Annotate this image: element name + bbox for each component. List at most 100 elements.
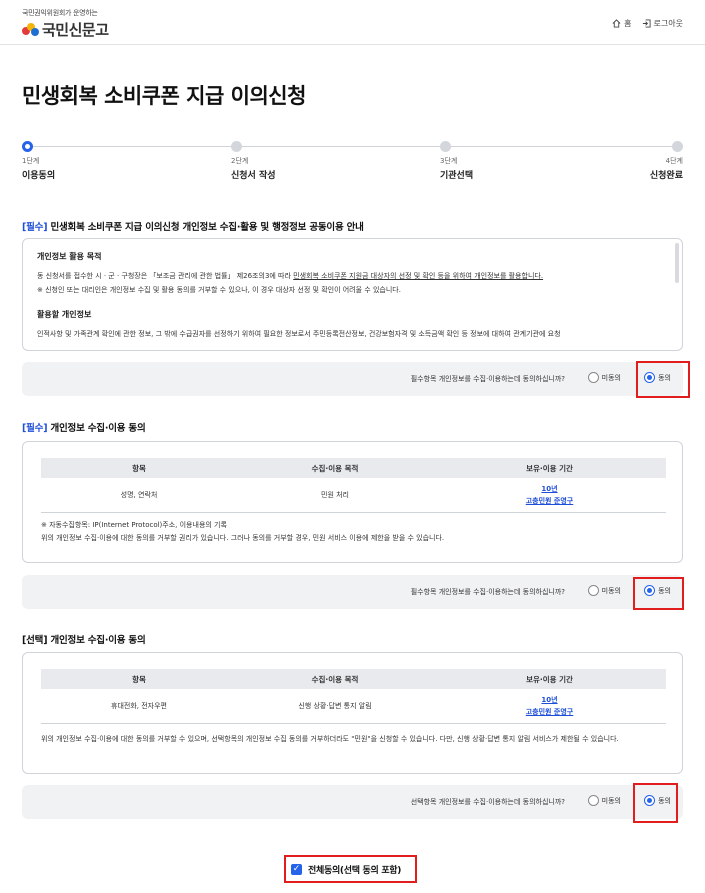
table-row: 성명, 연락처 민원 처리 10년 고충민원 준영구 xyxy=(41,478,666,513)
step-3: 3단계 기관선택 xyxy=(440,140,473,181)
all-agree-checkbox[interactable]: ✓ 전체동의(선택 동의 포함) xyxy=(284,855,417,883)
notice-heading-purpose: 개인정보 활용 목적 xyxy=(37,252,102,261)
section2-box: 항목 수집·이용 목적 보유·이용 기간 성명, 연락처 민원 처리 10년 고… xyxy=(22,441,683,563)
scrollbar-thumb[interactable] xyxy=(675,243,679,283)
checkbox-checked-icon: ✓ xyxy=(291,863,302,875)
step-number: 3단계 xyxy=(440,157,458,165)
table-cell: 휴대전화, 전자우편 xyxy=(41,689,237,724)
logout-icon xyxy=(642,19,651,28)
step-label: 신청서 작성 xyxy=(231,171,276,181)
step-label: 기관선택 xyxy=(440,171,474,181)
section2-disagree-radio[interactable]: 미동의 xyxy=(587,585,621,596)
home-link[interactable]: 홈 xyxy=(612,18,632,29)
notice-items-text: 인적사항 및 가족관계 확인에 관한 정보, 그 밖에 수급권자를 선정하기 위… xyxy=(37,330,561,338)
table-cell-period: 10년 고충민원 준영구 xyxy=(433,689,666,724)
table-header: 항목 xyxy=(41,669,237,689)
required-tag: [필수] xyxy=(22,222,48,233)
radio-label: 동의 xyxy=(658,796,671,805)
section1-disagree-radio[interactable]: 미동의 xyxy=(587,372,621,383)
optional-tag: [선택] xyxy=(22,635,48,646)
section3-box: 항목 수집·이용 목적 보유·이용 기간 휴대전화, 전자우편 신행 상황·답변… xyxy=(22,652,683,774)
step-number: 1단계 xyxy=(22,157,40,165)
radio-label: 동의 xyxy=(658,373,671,382)
radio-circle xyxy=(644,795,656,806)
radio-circle xyxy=(587,795,599,806)
step-dot xyxy=(672,141,683,152)
section2-table: 항목 수집·이용 목적 보유·이용 기간 성명, 연락처 민원 처리 10년 고… xyxy=(41,458,666,513)
logo-subtitle: 국민권익위원회가 운영하는 xyxy=(22,9,98,17)
period-link[interactable]: 10년 xyxy=(433,694,666,706)
logout-label: 로그아웃 xyxy=(653,19,683,28)
home-icon xyxy=(612,19,621,28)
step-label: 신청완료 xyxy=(649,171,683,181)
radio-label: 미동의 xyxy=(601,373,621,382)
site-header: 국민권익위원회가 운영하는 국민신문고 홈 로그아웃 xyxy=(0,0,705,45)
logo-mark-icon xyxy=(22,22,40,37)
section2-title: [필수] 개인정보 수집·이용 동의 xyxy=(22,420,146,434)
section3-table: 항목 수집·이용 목적 보유·이용 기간 휴대전화, 전자우편 신행 상황·답변… xyxy=(41,669,666,724)
required-tag: [필수] xyxy=(22,423,48,434)
agree-question: 필수항목 개인정보를 수집·이용하는데 동의하십니까? xyxy=(410,588,565,596)
progress-stepper: 1단계 이용동의 2단계 신청서 작성 3단계 기관선택 4단계 신청완료 xyxy=(22,140,683,181)
section3-disagree-radio[interactable]: 미동의 xyxy=(587,795,621,806)
auto-collect-note: ※ 자동수집항목: IP(Internet Protocol)주소, 이용내용의… xyxy=(41,521,227,529)
section2-agree-bar: 필수항목 개인정보를 수집·이용하는데 동의하십니까? 미동의 동의 xyxy=(22,575,683,609)
period-link[interactable]: 고충민원 준영구 xyxy=(433,495,666,507)
section2-agree-radio[interactable]: 동의 xyxy=(644,585,671,596)
section3-title: [선택] 개인정보 수집·이용 동의 xyxy=(22,632,146,646)
radio-circle xyxy=(644,372,656,383)
logout-link[interactable]: 로그아웃 xyxy=(642,18,683,29)
all-agree-label: 전체동의(선택 동의 포함) xyxy=(308,865,402,876)
period-link[interactable]: 10년 xyxy=(433,483,666,495)
notice-heading-items: 활용할 개인정보 xyxy=(37,310,92,319)
table-cell: 신행 상황·답변 통지 알림 xyxy=(237,689,433,724)
radio-circle xyxy=(644,585,656,596)
radio-circle xyxy=(587,585,599,596)
period-link[interactable]: 고충민원 준영구 xyxy=(433,706,666,718)
section1-title-text: 민생회복 소비쿠폰 지급 이의신청 개인정보 수집·활용 및 행정정보 공동이용… xyxy=(47,222,364,233)
step-dot xyxy=(22,141,33,152)
refusal-note: 위의 개인정보 수집·이용에 대한 동의를 거부할 권리가 있습니다. 그러나 … xyxy=(41,534,445,542)
section3-agree-radio[interactable]: 동의 xyxy=(644,795,671,806)
radio-label: 동의 xyxy=(658,586,671,595)
table-header: 항목 xyxy=(41,458,237,478)
radio-circle xyxy=(587,372,599,383)
step-4: 4단계 신청완료 xyxy=(650,140,683,181)
section1-agree-bar: 필수항목 개인정보를 수집·이용하는데 동의하십니까? 미동의 동의 xyxy=(22,362,683,396)
agree-question: 선택항목 개인정보를 수집·이용하는데 동의하십니까? xyxy=(410,798,565,806)
stepper-line xyxy=(29,146,676,147)
privacy-notice-scrollbox[interactable]: 개인정보 활용 목적 동 신청서를 접수한 시 · 군 · 구청장은 「보조금 … xyxy=(22,238,683,351)
step-1: 1단계 이용동의 xyxy=(22,140,55,181)
notice-purpose-text: 동 신청서를 접수한 시 · 군 · 구청장은 「보조금 관리에 관한 법률」 … xyxy=(37,272,544,280)
section1-agree-radio[interactable]: 동의 xyxy=(644,372,671,383)
step-number: 4단계 xyxy=(665,157,683,165)
logo-text: 국민신문고 xyxy=(42,21,109,39)
table-cell-period: 10년 고충민원 준영구 xyxy=(433,478,666,513)
step-2: 2단계 신청서 작성 xyxy=(231,140,276,181)
table-header: 수집·이용 목적 xyxy=(237,669,433,689)
table-cell: 민원 처리 xyxy=(237,478,433,513)
step-label: 이용동의 xyxy=(22,171,56,181)
section1-title: [필수] 민생회복 소비쿠폰 지급 이의신청 개인정보 수집·활용 및 행정정보… xyxy=(22,219,364,233)
radio-label: 미동의 xyxy=(601,796,621,805)
logo[interactable]: 국민권익위원회가 운영하는 국민신문고 xyxy=(22,8,109,40)
table-header: 수집·이용 목적 xyxy=(237,458,433,478)
step-number: 2단계 xyxy=(231,157,249,165)
section2-title-text: 개인정보 수집·이용 동의 xyxy=(47,423,146,434)
table-header: 보유·이용 기간 xyxy=(433,458,666,478)
home-label: 홈 xyxy=(624,19,632,28)
section2-note: ※ 자동수집항목: IP(Internet Protocol)주소, 이용내용의… xyxy=(41,519,666,545)
step-dot xyxy=(440,141,451,152)
top-nav: 홈 로그아웃 xyxy=(612,18,683,29)
section3-title-text: 개인정보 수집·이용 동의 xyxy=(47,635,146,646)
agree-question: 필수항목 개인정보를 수집·이용하는데 동의하십니까? xyxy=(410,375,565,383)
step-dot xyxy=(231,141,242,152)
table-header: 보유·이용 기간 xyxy=(433,669,666,689)
section3-note: 위의 개인정보 수집·이용에 대한 동의를 거부할 수 있으며, 선택항목의 개… xyxy=(41,735,619,743)
section3-agree-bar: 선택항목 개인정보를 수집·이용하는데 동의하십니까? 미동의 동의 xyxy=(22,785,683,819)
page-title: 민생회복 소비쿠폰 지급 이의신청 xyxy=(22,84,306,108)
radio-label: 미동의 xyxy=(601,586,621,595)
table-cell: 성명, 연락처 xyxy=(41,478,237,513)
notice-refusal-text: ※ 신청인 또는 대리인은 개인정보 수집 및 활용 동의를 거부할 수 있으나… xyxy=(37,286,401,294)
table-row: 휴대전화, 전자우편 신행 상황·답변 통지 알림 10년 고충민원 준영구 xyxy=(41,689,666,724)
